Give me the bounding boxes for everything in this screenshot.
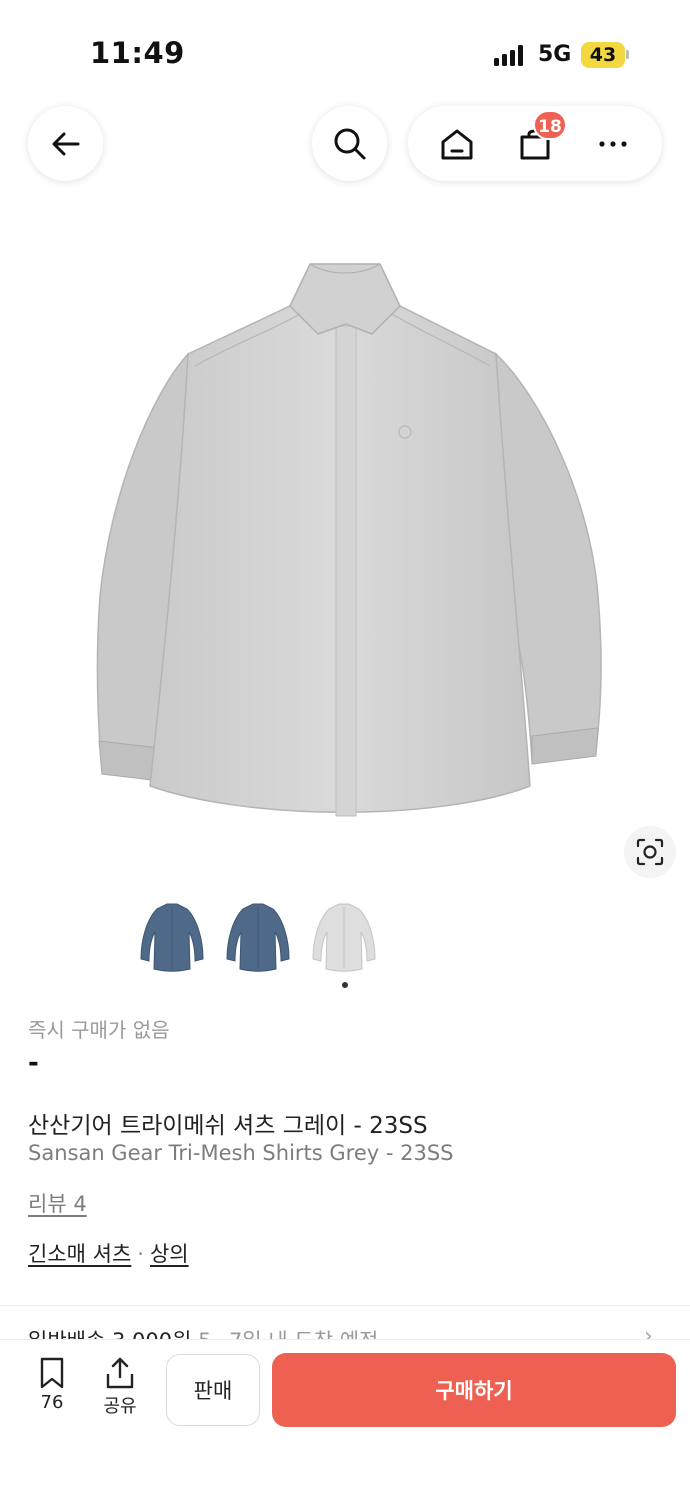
bookmark-count: 76 bbox=[40, 1392, 64, 1413]
arrow-left-icon bbox=[52, 132, 79, 155]
share-button[interactable]: 공유 bbox=[90, 1356, 150, 1418]
home-button[interactable] bbox=[427, 114, 487, 174]
buy-button[interactable]: 구매하기 bbox=[272, 1353, 676, 1427]
cart-button[interactable]: 18 bbox=[505, 109, 567, 174]
thumbnail-row bbox=[136, 898, 380, 974]
signal-icon bbox=[494, 44, 526, 66]
thumbnail-1[interactable] bbox=[136, 898, 208, 974]
battery-icon: 43 bbox=[581, 42, 625, 68]
shirt-thumbnail-icon bbox=[140, 903, 204, 972]
shipping-eta: 5~7일 내 도착 예정 bbox=[198, 1329, 378, 1339]
nav-action-group: 18 bbox=[408, 106, 662, 181]
image-search-button[interactable] bbox=[624, 826, 676, 878]
status-time: 11:49 bbox=[90, 36, 185, 70]
category-link-top[interactable]: 상의 bbox=[150, 1242, 189, 1266]
share-icon bbox=[106, 1357, 134, 1389]
product-title-en: Sansan Gear Tri-Mesh Shirts Grey - 23SS bbox=[28, 1141, 454, 1165]
more-icon bbox=[599, 140, 627, 147]
bookmark-button[interactable]: 76 bbox=[22, 1356, 82, 1413]
home-icon bbox=[441, 129, 473, 159]
shirt-thumbnail-icon bbox=[226, 903, 290, 972]
product-price: - bbox=[28, 1048, 39, 1078]
camera-lens-icon bbox=[636, 838, 664, 866]
instant-buy-label: 즉시 구매가 없음 bbox=[28, 1018, 170, 1042]
more-button[interactable] bbox=[583, 114, 643, 174]
review-link[interactable]: 리뷰 4 bbox=[28, 1188, 87, 1218]
category-separator: · bbox=[137, 1242, 144, 1266]
battery-nub bbox=[626, 50, 629, 59]
back-button[interactable] bbox=[28, 106, 103, 181]
section-divider bbox=[0, 1305, 690, 1306]
shirt-image bbox=[96, 263, 602, 817]
selected-thumbnail-indicator bbox=[342, 982, 348, 988]
product-title-kr: 산산기어 트라이메쉬 셔츠 그레이 - 23SS bbox=[28, 1113, 428, 1139]
category-link-sleeve[interactable]: 긴소매 셔츠 bbox=[28, 1242, 131, 1266]
status-bar: 11:49 5G 43 bbox=[0, 0, 690, 100]
shipping-info[interactable]: 일반배송 3,000원 5~7일 내 도착 예정 bbox=[28, 1325, 668, 1339]
search-button[interactable] bbox=[312, 106, 387, 181]
cart-count-badge: 18 bbox=[533, 109, 567, 140]
shipping-main: 일반배송 3,000원 bbox=[28, 1329, 191, 1339]
category-breadcrumb: 긴소매 셔츠 · 상의 bbox=[28, 1238, 189, 1268]
chevron-right-icon: › bbox=[644, 1324, 653, 1339]
network-label: 5G bbox=[538, 42, 572, 67]
shirt-thumbnail-icon bbox=[312, 903, 376, 972]
thumbnail-2[interactable] bbox=[222, 898, 294, 974]
thumbnail-3[interactable] bbox=[308, 898, 380, 974]
search-icon bbox=[334, 128, 365, 159]
sell-button[interactable]: 판매 bbox=[166, 1354, 260, 1426]
bookmark-icon bbox=[40, 1357, 64, 1389]
product-main-image[interactable] bbox=[0, 196, 690, 886]
share-label: 공유 bbox=[103, 1396, 137, 1417]
